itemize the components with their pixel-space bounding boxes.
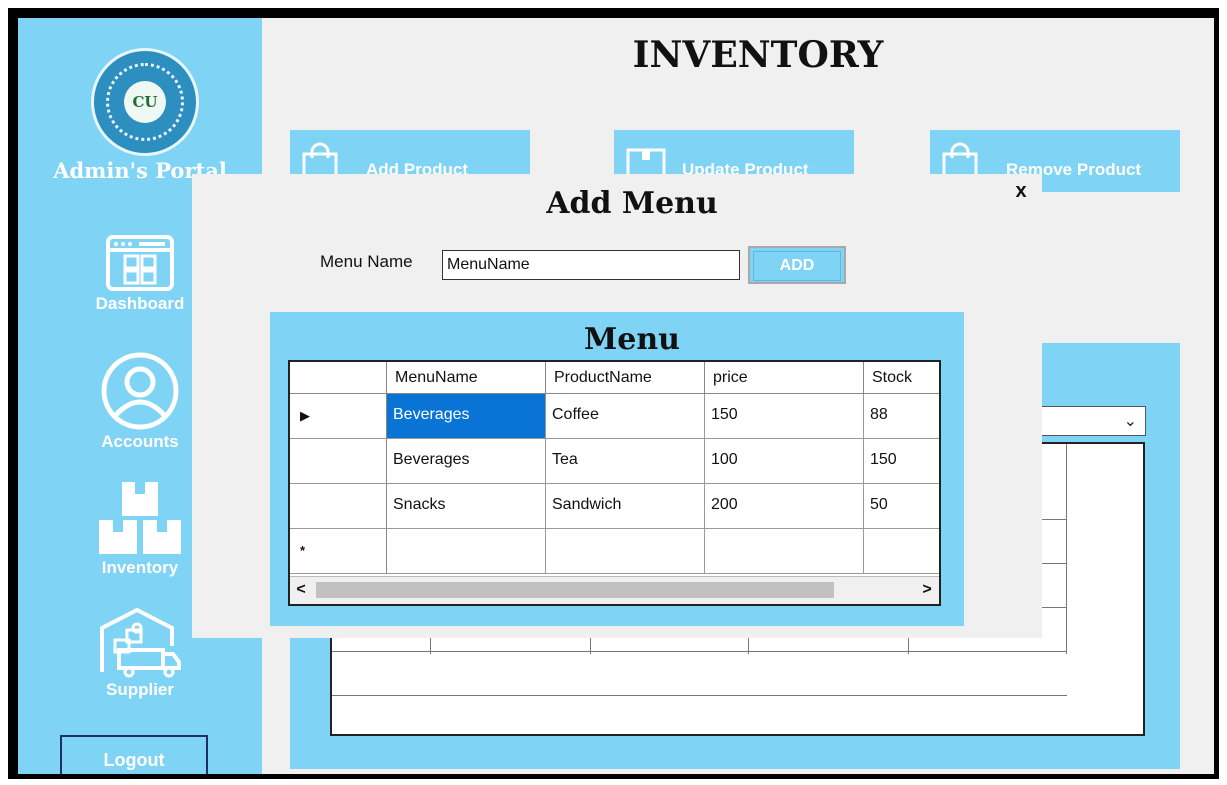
logout-button[interactable]: Logout [60, 735, 208, 774]
table-row [332, 652, 1067, 696]
cell-productname[interactable] [546, 529, 705, 574]
grid-divider [1066, 444, 1067, 654]
cell-menuname[interactable]: Beverages [387, 394, 546, 439]
column-header-stock[interactable]: Stock [864, 362, 939, 394]
dashboard-icon [106, 235, 174, 291]
scroll-left-arrow-icon[interactable]: < [292, 581, 310, 599]
page-title: INVENTORY [632, 34, 884, 76]
menu-name-input[interactable] [442, 250, 740, 280]
row-header[interactable] [290, 484, 387, 529]
row-header[interactable] [290, 439, 387, 484]
dialog-title: Add Menu [546, 186, 718, 221]
scrollbar-thumb[interactable] [316, 582, 834, 598]
cell-productname[interactable]: Sandwich [546, 484, 705, 529]
window-frame: CU Admin's Portal Dashboard Accounts Inv… [8, 8, 1219, 779]
university-logo: CU [91, 48, 199, 156]
cell-menuname[interactable]: Snacks [387, 484, 546, 529]
cell-price[interactable] [705, 529, 864, 574]
boxes-icon [99, 482, 181, 554]
cell-productname[interactable]: Coffee [546, 394, 705, 439]
column-header-menuname[interactable]: MenuName [387, 362, 546, 394]
sidebar-item-label: Supplier [105, 680, 174, 699]
row-header-new[interactable]: * [290, 529, 387, 574]
cell-menuname[interactable]: Beverages [387, 439, 546, 484]
add-button-label: ADD [753, 251, 841, 281]
menu-grid[interactable]: MenuName ProductName price Stock ▶ Bever… [288, 360, 941, 606]
menu-panel-title: Menu [584, 322, 680, 357]
row-header-current[interactable]: ▶ [290, 394, 387, 439]
cell-price[interactable]: 150 [705, 394, 864, 439]
scroll-right-arrow-icon[interactable]: > [918, 581, 936, 599]
account-icon [101, 352, 179, 430]
cell-stock[interactable]: 150 [864, 439, 939, 484]
menu-panel: Menu MenuName ProductName price Stock ▶ … [270, 312, 964, 626]
cell-menuname[interactable] [387, 529, 546, 574]
logo-monogram: CU [124, 81, 166, 123]
cell-price[interactable]: 100 [705, 439, 864, 484]
add-menu-dialog: Add Menu x Menu Name ADD Menu MenuName P… [192, 174, 1042, 638]
cell-price[interactable]: 200 [705, 484, 864, 529]
category-select[interactable]: ⌄ [1028, 406, 1146, 436]
grid-corner-header [290, 362, 387, 394]
column-header-price[interactable]: price [705, 362, 864, 394]
warehouse-truck-icon [100, 607, 181, 678]
column-header-productname[interactable]: ProductName [546, 362, 705, 394]
horizontal-scrollbar[interactable]: < > [290, 576, 939, 604]
cell-stock[interactable]: 88 [864, 394, 939, 439]
cell-stock[interactable]: 50 [864, 484, 939, 529]
chevron-down-icon: ⌄ [1123, 413, 1137, 430]
close-button[interactable]: x [1010, 180, 1032, 202]
cell-productname[interactable]: Tea [546, 439, 705, 484]
app-window: CU Admin's Portal Dashboard Accounts Inv… [18, 18, 1214, 774]
cell-stock[interactable] [864, 529, 939, 574]
menu-name-label: Menu Name [320, 252, 413, 271]
add-button[interactable]: ADD [748, 246, 846, 284]
